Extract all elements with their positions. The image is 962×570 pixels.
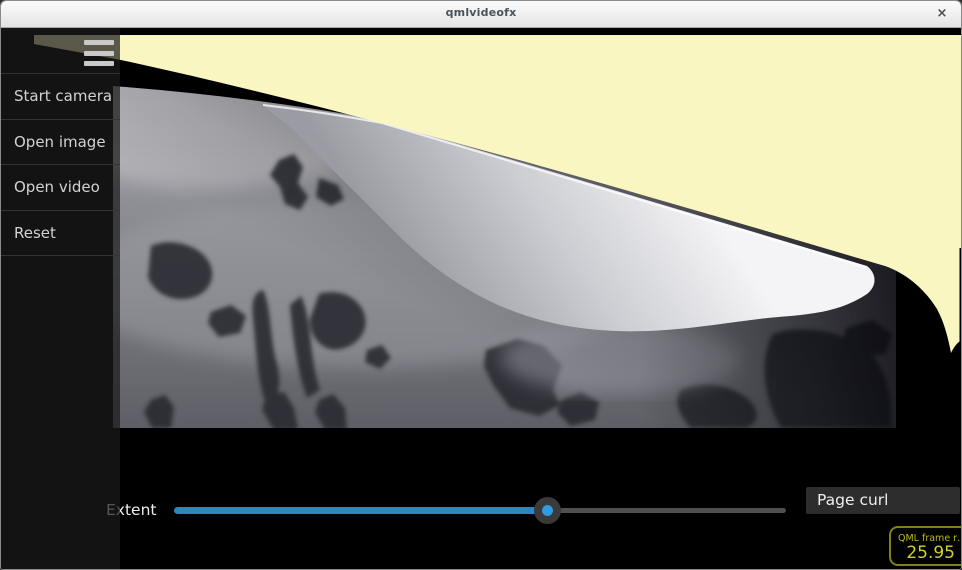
- sidebar-item-open-image[interactable]: Open image: [1, 120, 120, 166]
- menu-icon[interactable]: [84, 40, 114, 67]
- fps-indicator: QML frame r… 25.95: [889, 526, 962, 566]
- app-window: qmlvideofx ×: [0, 0, 962, 570]
- sidebar: Start camera Open image Open video Reset: [1, 28, 120, 569]
- sidebar-menu: Start camera Open image Open video Reset: [1, 73, 120, 256]
- effect-button[interactable]: Page curl: [806, 487, 960, 514]
- titlebar[interactable]: qmlvideofx ×: [1, 1, 961, 28]
- content-area: Extent Page curl QML frame r… 25.95 Star…: [1, 28, 961, 569]
- slider-handle[interactable]: [534, 497, 561, 524]
- sidebar-item-open-video[interactable]: Open video: [1, 165, 120, 211]
- window-title: qmlvideofx: [1, 6, 961, 19]
- extent-slider[interactable]: [174, 497, 786, 524]
- sidebar-item-reset[interactable]: Reset: [1, 211, 120, 257]
- close-icon[interactable]: ×: [933, 5, 951, 23]
- slider-handle-dot: [542, 505, 553, 516]
- slider-fill: [174, 507, 547, 514]
- fps-value: 25.95: [891, 543, 955, 563]
- effect-controls: Extent Page curl QML frame r… 25.95: [1, 28, 961, 569]
- sidebar-item-start-camera[interactable]: Start camera: [1, 74, 120, 120]
